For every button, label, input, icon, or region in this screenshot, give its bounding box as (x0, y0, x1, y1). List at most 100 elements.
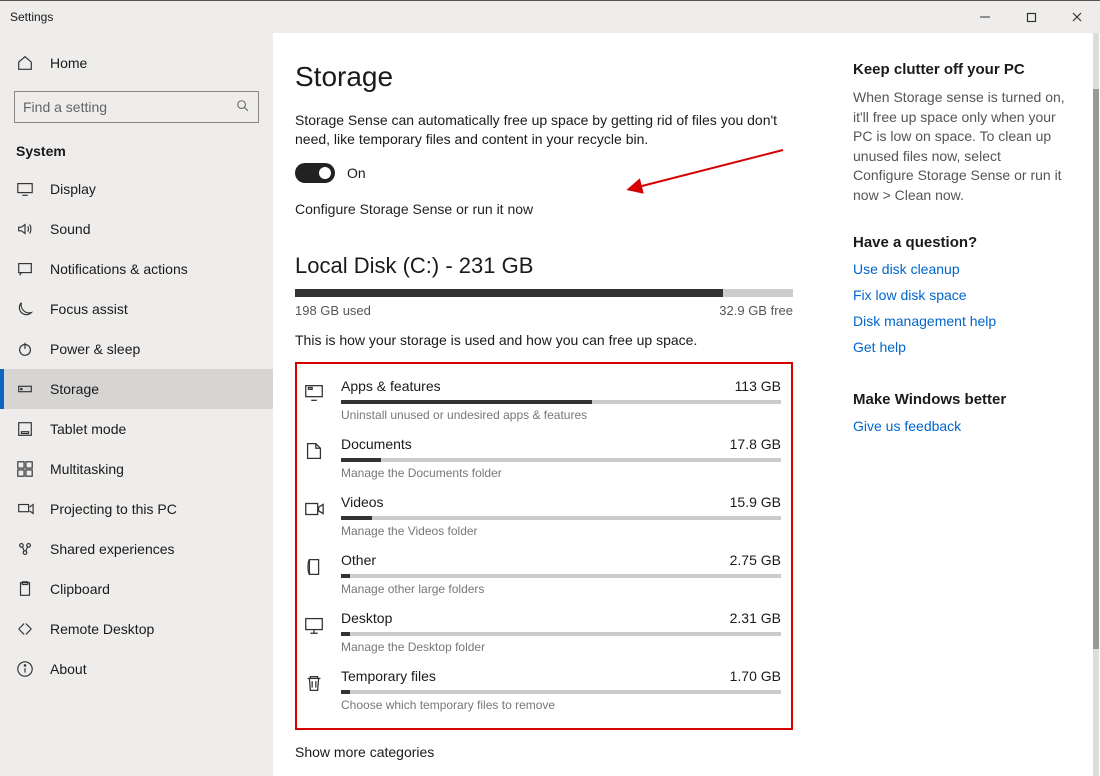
multitasking-icon (16, 460, 34, 478)
notifications-icon (16, 260, 34, 278)
category-name: Documents (341, 436, 412, 452)
category-hint: Manage the Documents folder (341, 466, 781, 480)
link-disk-cleanup[interactable]: Use disk cleanup (853, 261, 1065, 277)
category-bar (341, 690, 781, 694)
nav-label: Shared experiences (50, 541, 175, 557)
category-hint: Manage the Videos folder (341, 524, 781, 538)
storage-sense-toggle[interactable] (295, 163, 335, 183)
scrollbar[interactable] (1093, 33, 1099, 776)
disk-title: Local Disk (C:) - 231 GB (295, 253, 793, 279)
category-icon (301, 438, 327, 464)
category-name: Other (341, 552, 376, 568)
page-title: Storage (295, 61, 793, 93)
search-input[interactable] (23, 99, 236, 115)
category-size: 1.70 GB (730, 668, 781, 684)
link-get-help[interactable]: Get help (853, 339, 1065, 355)
nav-focus-assist[interactable]: Focus assist (0, 289, 273, 329)
nav-label: Tablet mode (50, 421, 126, 437)
category-row[interactable]: Temporary files 1.70 GB Choose which tempo… (301, 662, 781, 720)
category-name: Apps & features (341, 378, 441, 394)
window-title: Settings (10, 10, 53, 24)
toggle-label: On (347, 165, 366, 181)
disk-free: 32.9 GB free (719, 303, 793, 318)
nav-label: Projecting to this PC (50, 501, 177, 517)
focus-assist-icon (16, 300, 34, 318)
nav-sound[interactable]: Sound (0, 209, 273, 249)
nav-display[interactable]: Display (0, 169, 273, 209)
projecting-icon (16, 500, 34, 518)
display-icon (16, 180, 34, 198)
category-row[interactable]: Documents 17.8 GB Manage the Documents fol… (301, 430, 781, 488)
maximize-button[interactable] (1008, 1, 1054, 33)
about-icon (16, 660, 34, 678)
nav-label: Focus assist (50, 301, 128, 317)
nav-multitasking[interactable]: Multitasking (0, 449, 273, 489)
category-name: Temporary files (341, 668, 436, 684)
storage-icon (16, 380, 34, 398)
nav-shared-exp[interactable]: Shared experiences (0, 529, 273, 569)
nav-remote-desktop[interactable]: Remote Desktop (0, 609, 273, 649)
category-size: 113 GB (735, 378, 781, 394)
link-disk-mgmt[interactable]: Disk management help (853, 313, 1065, 329)
minimize-button[interactable] (962, 1, 1008, 33)
category-name: Videos (341, 494, 384, 510)
link-low-disk[interactable]: Fix low disk space (853, 287, 1065, 303)
category-icon (301, 496, 327, 522)
nav-about[interactable]: About (0, 649, 273, 689)
category-row[interactable]: Apps & features 113 GB Uninstall unused or… (301, 372, 781, 430)
nav-storage[interactable]: Storage (0, 369, 273, 409)
remote-icon (16, 620, 34, 638)
category-bar (341, 632, 781, 636)
nav-label: Sound (50, 221, 90, 237)
titlebar: Settings (0, 1, 1100, 33)
link-feedback[interactable]: Give us feedback (853, 418, 1065, 434)
storage-sense-toggle-row: On (295, 163, 793, 183)
show-more-link[interactable]: Show more categories (295, 730, 793, 776)
home-icon (16, 54, 34, 72)
nav-home[interactable]: Home (0, 43, 273, 83)
category-bar (341, 400, 781, 404)
window-buttons (962, 1, 1100, 33)
nav-label: Clipboard (50, 581, 110, 597)
nav-home-label: Home (50, 55, 87, 71)
nav-clipboard[interactable]: Clipboard (0, 569, 273, 609)
power-icon (16, 340, 34, 358)
nav-label: Storage (50, 381, 99, 397)
clipboard-icon (16, 580, 34, 598)
category-bar (341, 516, 781, 520)
search-box[interactable] (14, 91, 259, 123)
section-title: System (0, 137, 273, 169)
nav-power[interactable]: Power & sleep (0, 329, 273, 369)
configure-link[interactable]: Configure Storage Sense or run it now (295, 201, 793, 217)
disk-usage-bar (295, 289, 793, 297)
right-panel: Keep clutter off your PC When Storage se… (853, 33, 1093, 776)
category-hint: Manage the Desktop folder (341, 640, 781, 654)
main-content: Storage Storage Sense can automatically … (273, 33, 853, 776)
nav-notifications[interactable]: Notifications & actions (0, 249, 273, 289)
category-row[interactable]: Other2.75 GBManage other large folders (301, 546, 781, 604)
right-text-1: When Storage sense is turned on, it'll f… (853, 88, 1065, 206)
category-bar (341, 458, 781, 462)
categories-box: Apps & features 113 GB Uninstall unused or… (295, 362, 793, 730)
category-hint: Choose which temporary files to remove (341, 698, 781, 712)
category-size: 15.9 GB (730, 494, 781, 510)
nav-tablet[interactable]: Tablet mode (0, 409, 273, 449)
right-heading-2: Have a question? (853, 234, 1065, 251)
category-bar (341, 574, 781, 578)
category-row[interactable]: Videos 15.9 GB Manage the Videos folder (301, 488, 781, 546)
nav-projecting[interactable]: Projecting to this PC (0, 489, 273, 529)
shared-icon (16, 540, 34, 558)
close-button[interactable] (1054, 1, 1100, 33)
disk-usage-row: 198 GB used 32.9 GB free (295, 303, 793, 318)
usage-desc: This is how your storage is used and how… (295, 332, 793, 348)
category-hint: Manage other large folders (341, 582, 781, 596)
search-icon (236, 99, 250, 116)
nav-label: Remote Desktop (50, 621, 154, 637)
right-heading-3: Make Windows better (853, 391, 1065, 408)
category-name: Desktop (341, 610, 392, 626)
nav-label: Multitasking (50, 461, 124, 477)
category-hint: Uninstall unused or undesired apps & fea… (341, 408, 781, 422)
category-row[interactable]: Desktop2.31 GBManage the Desktop folder (301, 604, 781, 662)
category-size: 17.8 GB (730, 436, 781, 452)
category-icon (301, 380, 327, 406)
